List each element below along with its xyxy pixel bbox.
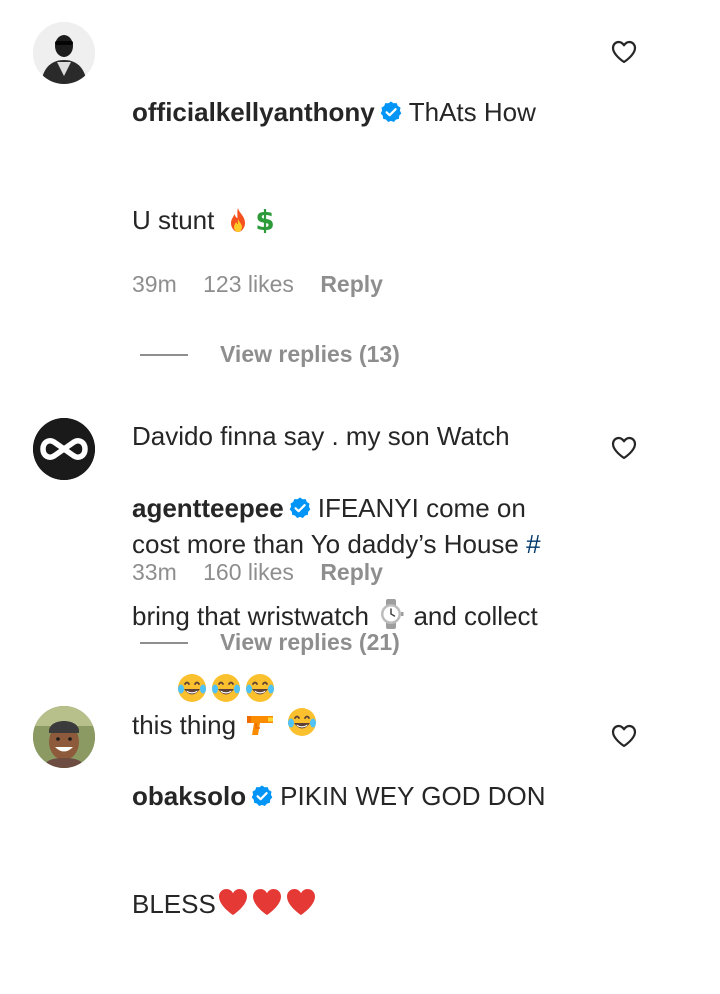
username[interactable]: obaksolo <box>132 781 246 811</box>
red-heart-emoji-icon <box>218 889 247 915</box>
comment-meta: 39m 123 likes Reply <box>132 271 383 298</box>
verified-badge-icon <box>380 101 402 122</box>
avatar-image <box>33 22 95 84</box>
view-replies-label[interactable]: View replies (13) <box>220 341 400 368</box>
avatar-image <box>33 418 95 480</box>
view-replies-button[interactable]: View replies (21) <box>140 629 400 656</box>
view-replies-button[interactable]: View replies (13) <box>140 341 400 368</box>
avatar-image <box>33 706 95 768</box>
avatar[interactable] <box>33 22 95 84</box>
like-count[interactable]: 123 likes <box>203 271 294 297</box>
reply-button[interactable]: Reply <box>320 271 383 297</box>
avatar[interactable] <box>33 706 95 768</box>
username[interactable]: officialkellyanthony <box>132 97 375 127</box>
avatar[interactable] <box>33 418 95 480</box>
divider-line <box>140 353 188 356</box>
comment-text-line: BLESS <box>132 889 216 919</box>
comment-meta: 33m 160 likes Reply <box>132 559 383 586</box>
verified-badge-icon <box>251 785 273 806</box>
comment-text-line: PIKIN WEY GOD DON <box>280 781 546 811</box>
like-count[interactable]: 160 likes <box>203 559 294 585</box>
comment-text-line: and collect <box>413 601 538 631</box>
username[interactable]: agentteepee <box>132 493 284 523</box>
comment-body: obaksolo PIKIN WEY GOD DON BLESS <box>132 706 592 994</box>
fire-emoji-icon <box>231 208 246 232</box>
view-replies-label[interactable]: View replies (21) <box>220 629 400 656</box>
red-heart-emoji-icon <box>252 889 281 915</box>
comment-text-line: bring that wristwatch <box>132 601 369 631</box>
red-heart-emoji-icon <box>286 889 315 915</box>
svg-text:$: $ <box>256 205 275 233</box>
comment-text-line: IFEANYI come on <box>317 493 526 523</box>
like-heart-icon[interactable] <box>611 436 637 460</box>
like-heart-icon[interactable] <box>611 40 637 64</box>
comment-time: 33m <box>132 559 177 585</box>
comment-time: 39m <box>132 271 177 297</box>
dollar-emoji-icon: $ <box>256 205 275 233</box>
reply-button[interactable]: Reply <box>320 559 383 585</box>
comment-text-line: U stunt <box>132 205 215 235</box>
divider-line <box>140 641 188 644</box>
comment-text-line: ThAts How <box>408 97 536 127</box>
watch-emoji-icon <box>381 599 404 629</box>
like-heart-icon[interactable] <box>611 724 637 748</box>
verified-badge-icon <box>289 497 311 518</box>
